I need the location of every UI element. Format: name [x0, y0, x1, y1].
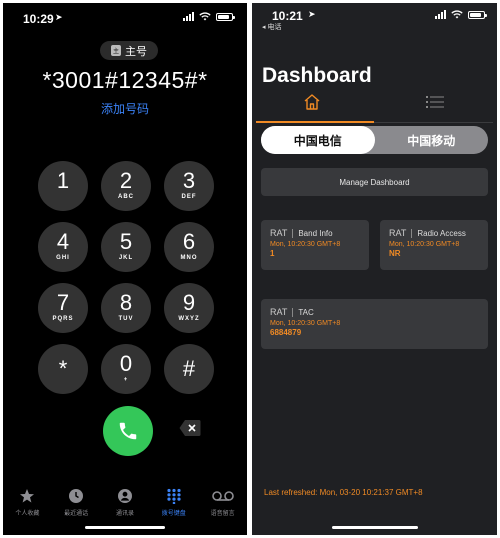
status-time: 10:29 [23, 12, 54, 26]
dialed-number: *3001#12345#* [42, 67, 208, 93]
key-hash[interactable]: # [164, 344, 214, 394]
page-title: Dashboard [262, 64, 372, 87]
card-value: 6884879 [270, 328, 302, 337]
line-label: 主号 [125, 45, 147, 58]
tab-label: 通讯录 [115, 511, 134, 517]
tac-card[interactable]: RAT TAC Mon, 10:20:30 GMT+8 6884879 [261, 299, 488, 349]
tab-divider [374, 122, 493, 123]
wifi-icon [451, 10, 463, 19]
star-icon [3, 487, 51, 505]
key-digit: 3 [182, 168, 196, 193]
key-digit: 1 [56, 168, 70, 193]
screenshot-frame: 10:29 ➤ 主 主号 *3001#12345#* 添加号码 1 2 ABC 3 DE… [0, 0, 500, 538]
key-letters: DEF [181, 194, 197, 200]
card-timestamp: Mon, 10:20:30 GMT+8 [270, 241, 341, 248]
key-0[interactable]: 0 + [101, 344, 151, 394]
key-4[interactable]: 4 GHI [38, 222, 88, 272]
key-letters: ABC [118, 194, 134, 200]
card-rat-label: RAT [270, 307, 288, 317]
battery-icon [468, 10, 487, 19]
location-arrow-icon: ➤ [308, 9, 316, 19]
list-icon [426, 96, 444, 108]
key-digit: * [58, 356, 68, 381]
status-bar: 10:29 ➤ [3, 3, 247, 29]
home-indicator [332, 526, 418, 529]
status-bar: 10:21 ➤ ◂ 电话 [252, 3, 497, 33]
key-letters: GHI [56, 255, 70, 261]
key-7[interactable]: 7 PQRS [38, 283, 88, 333]
carrier-segmented-control: 中国电信 中国移动 [261, 126, 488, 154]
cellular-signal-icon [435, 10, 446, 19]
key-letters: MNO [180, 255, 198, 261]
home-icon [304, 94, 320, 110]
person-icon [101, 487, 149, 505]
key-3[interactable]: 3 DEF [164, 161, 214, 211]
add-number-link[interactable]: 添加号码 [3, 100, 247, 117]
back-to-app-link[interactable]: ◂ 电话 [262, 22, 281, 32]
key-5[interactable]: 5 JKL [101, 222, 151, 272]
key-digit: 7 [56, 290, 70, 315]
key-digit: 8 [119, 290, 133, 315]
battery-icon [216, 12, 235, 21]
wifi-icon [199, 12, 211, 21]
key-letters: TUV [118, 316, 134, 322]
tab-label: 语音留言 [210, 511, 235, 517]
card-value: 1 [270, 249, 275, 258]
dialer-screen: 10:29 ➤ 主 主号 *3001#12345#* 添加号码 1 2 ABC 3 DE… [3, 3, 247, 535]
card-rat-label: RAT [270, 228, 288, 238]
card-title: Radio Access [417, 228, 466, 238]
tab-label: 拨号键盘 [161, 511, 186, 517]
key-6[interactable]: 6 MNO [164, 222, 214, 272]
home-indicator [85, 526, 165, 529]
delete-button[interactable] [179, 419, 201, 437]
card-title: Band Info [298, 228, 333, 238]
last-refreshed-text: Last refreshed: Mon, 03-20 10:21:37 GMT+… [264, 488, 423, 497]
cellular-signal-icon [183, 12, 194, 21]
sim-icon: 主 [110, 45, 121, 56]
tab-star[interactable]: 个人收藏 [3, 487, 51, 535]
card-timestamp: Mon, 10:20:30 GMT+8 [270, 320, 341, 327]
tab-voicemail[interactable]: 语音留言 [199, 487, 247, 535]
band-info-card[interactable]: RAT Band Info Mon, 10:20:30 GMT+8 1 [261, 220, 369, 270]
card-value: NR [389, 249, 401, 258]
dashboard-screen: 10:21 ➤ ◂ 电话 Dashboard 中国电信 中国移动 Manage … [252, 3, 497, 535]
key-digit: 4 [56, 229, 70, 254]
clock-icon [52, 487, 100, 505]
tab-home[interactable] [302, 92, 322, 112]
card-rat-label: RAT [389, 228, 407, 238]
tab-label: 最近通话 [64, 511, 89, 517]
key-digit: # [182, 356, 196, 381]
location-arrow-icon: ➤ [55, 12, 63, 22]
key-digit: 6 [182, 229, 196, 254]
tab-list[interactable] [426, 95, 444, 109]
key-letters: PQRS [52, 316, 74, 322]
status-time: 10:21 [272, 9, 303, 23]
voicemail-icon [199, 487, 247, 505]
tab-label: 个人收藏 [15, 511, 40, 517]
key-1[interactable]: 1 [38, 161, 88, 211]
key-9[interactable]: 9 WXYZ [164, 283, 214, 333]
active-tab-indicator [256, 121, 374, 123]
keypad-icon [150, 487, 198, 505]
key-8[interactable]: 8 TUV [101, 283, 151, 333]
radio-access-card[interactable]: RAT Radio Access Mon, 10:20:30 GMT+8 NR [380, 220, 488, 270]
carrier-option-mobile[interactable]: 中国移动 [375, 126, 489, 154]
key-letters: + [123, 377, 129, 383]
key-star[interactable]: * [38, 344, 88, 394]
key-digit: 0 [119, 351, 133, 376]
card-timestamp: Mon, 10:20:30 GMT+8 [389, 241, 460, 248]
key-letters: WXYZ [178, 316, 200, 322]
call-button[interactable] [103, 406, 153, 456]
key-digit: 9 [182, 290, 196, 315]
backspace-icon [179, 420, 201, 436]
phone-icon [119, 422, 137, 440]
manage-dashboard-button[interactable]: Manage Dashboard [261, 168, 488, 196]
line-selector[interactable]: 主 主号 [100, 41, 158, 60]
key-digit: 2 [119, 168, 133, 193]
key-2[interactable]: 2 ABC [101, 161, 151, 211]
card-title: TAC [298, 307, 314, 317]
key-letters: JKL [118, 255, 134, 261]
carrier-option-telecom[interactable]: 中国电信 [261, 126, 375, 154]
key-digit: 5 [119, 229, 133, 254]
